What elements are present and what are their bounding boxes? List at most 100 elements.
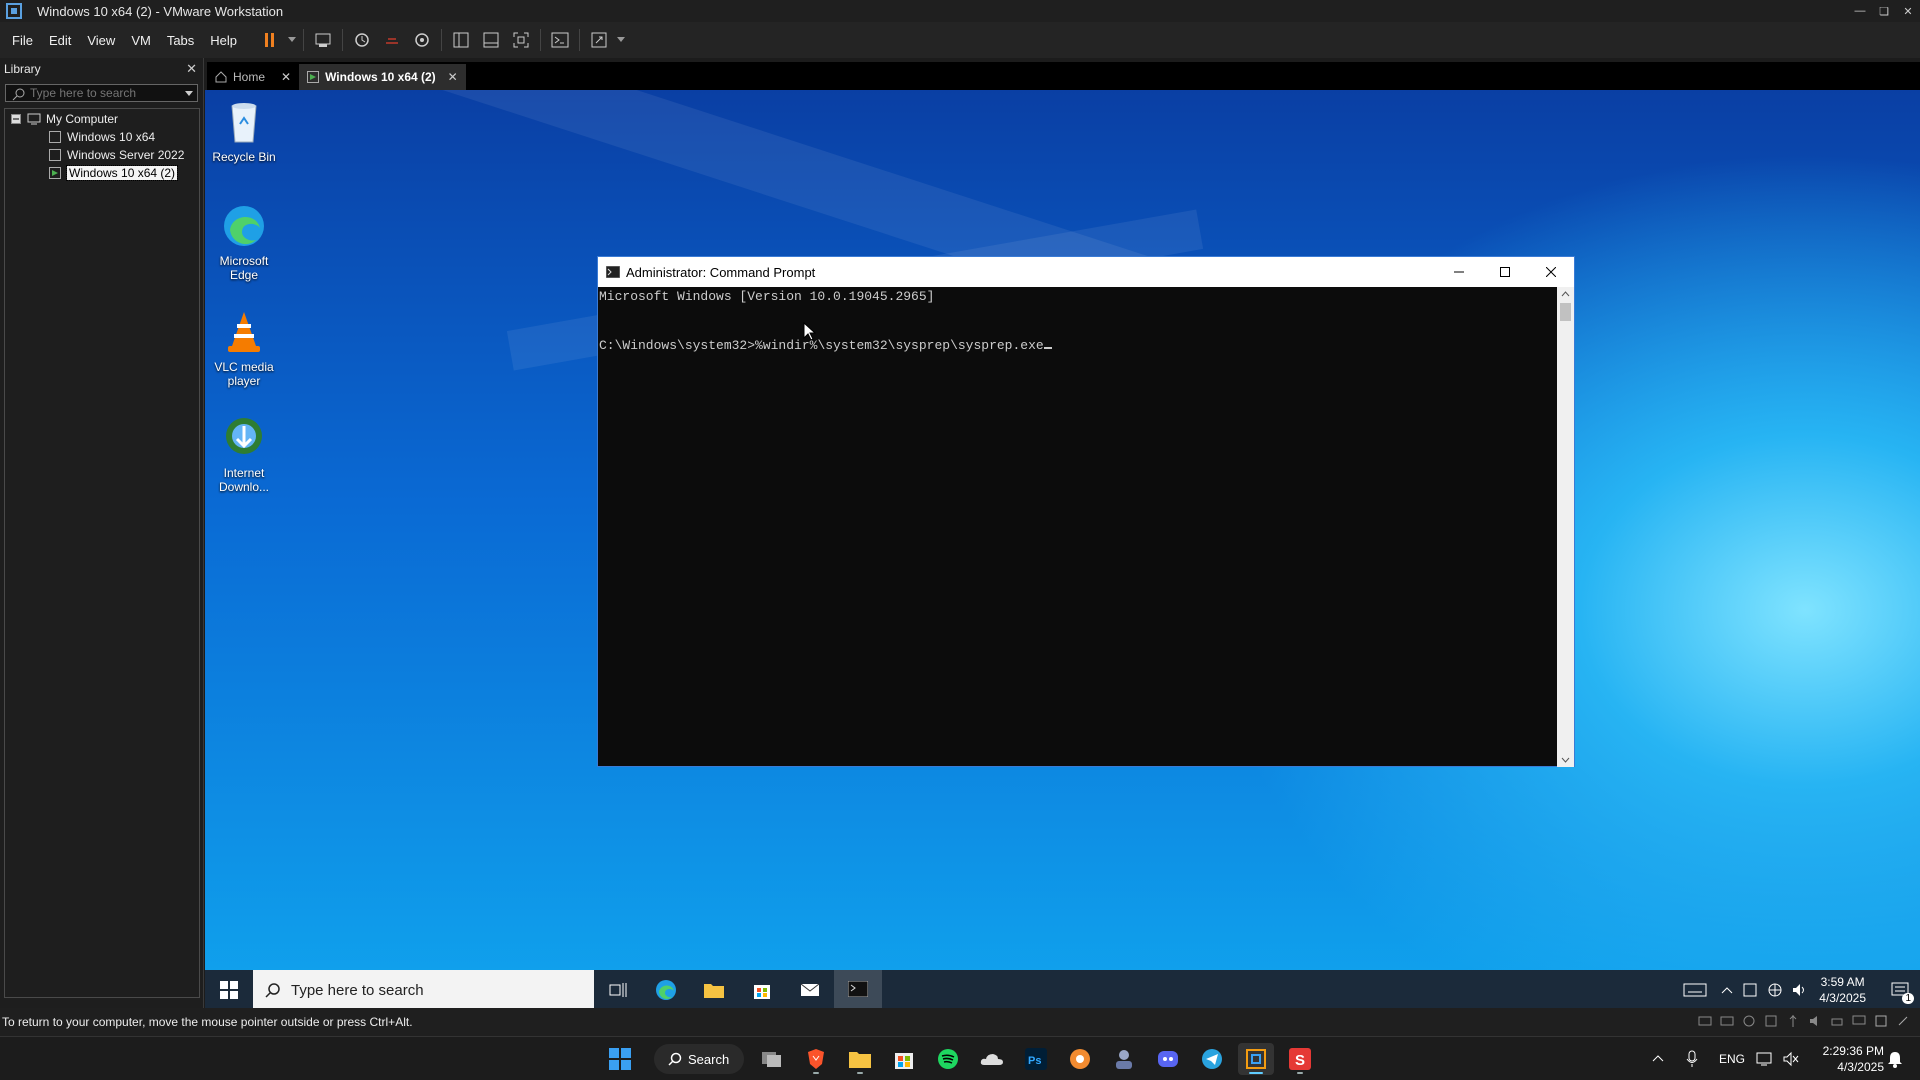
stretch-dropdown[interactable]: [614, 25, 628, 55]
collapse-icon[interactable]: [11, 114, 21, 124]
cd-drive-icon[interactable]: [1742, 1014, 1756, 1028]
host-language[interactable]: ENG: [1719, 1052, 1745, 1066]
hard-disk-icon[interactable]: [1720, 1014, 1734, 1028]
usb-icon[interactable]: [1786, 1014, 1800, 1028]
host-clock[interactable]: 2:29:36 PM 4/3/2025: [1810, 1043, 1884, 1075]
host-telegram[interactable]: [1194, 1043, 1230, 1075]
host-app-s[interactable]: S: [1282, 1043, 1318, 1075]
chevron-up-icon[interactable]: [1652, 1054, 1664, 1062]
minimize-button[interactable]: —: [1848, 0, 1872, 22]
taskbar-cmd[interactable]: [834, 970, 882, 1008]
library-search-input[interactable]: [6, 86, 156, 100]
host-file-explorer[interactable]: [842, 1043, 878, 1075]
taskbar-edge[interactable]: [642, 970, 690, 1008]
snapshot-button[interactable]: [347, 25, 377, 55]
host-task-view[interactable]: [754, 1043, 790, 1075]
desktop-icon-vlc[interactable]: VLC media player: [207, 308, 281, 388]
host-search-button[interactable]: Search: [654, 1044, 744, 1074]
menu-file[interactable]: File: [0, 22, 41, 58]
thumbnail-bar-button[interactable]: [476, 25, 506, 55]
send-ctrl-alt-del-button[interactable]: [308, 25, 338, 55]
message-log-icon[interactable]: [1874, 1014, 1888, 1028]
library-title: Library: [4, 62, 41, 76]
guest-desktop[interactable]: Recycle Bin Microsoft Edge VLC media pla…: [205, 90, 1920, 1008]
snapshot-manager-button[interactable]: [407, 25, 437, 55]
close-button[interactable]: ✕: [1896, 0, 1920, 22]
library-close-icon[interactable]: ✕: [186, 61, 197, 77]
menu-vm[interactable]: VM: [123, 22, 159, 58]
cmd-close-button[interactable]: [1528, 257, 1574, 287]
action-center-button[interactable]: 1: [1880, 970, 1920, 1008]
menu-help[interactable]: Help: [202, 22, 245, 58]
guest-search-box[interactable]: Type here to search: [253, 970, 594, 1008]
sound-card-icon[interactable]: [1808, 1014, 1822, 1028]
desktop-icon-recycle-bin[interactable]: Recycle Bin: [207, 98, 281, 164]
menu-tabs[interactable]: Tabs: [159, 22, 202, 58]
scroll-up-icon[interactable]: [1557, 287, 1574, 301]
fullscreen-icon: [513, 32, 529, 48]
console-prompt-line: C:\Windows\system32>%windir%\system32\sy…: [599, 337, 1557, 354]
desktop-icon-idm[interactable]: Internet Downlo...: [207, 414, 281, 494]
menu-edit[interactable]: Edit: [41, 22, 79, 58]
cmd-console[interactable]: Microsoft Windows [Version 10.0.19045.29…: [598, 287, 1558, 767]
vmware-tools-icon[interactable]: [1743, 983, 1757, 997]
host-spotify[interactable]: [930, 1043, 966, 1075]
notification-bell-icon[interactable]: [1886, 1050, 1904, 1068]
keyboard-icon[interactable]: [1683, 982, 1707, 998]
show-library-button[interactable]: [446, 25, 476, 55]
full-screen-button[interactable]: [506, 25, 536, 55]
host-date: 4/3/2025: [1837, 1060, 1884, 1074]
guest-clock[interactable]: 3:59 AM 4/3/2025: [1819, 974, 1866, 1006]
console-view-button[interactable]: [545, 25, 575, 55]
suspend-button[interactable]: [255, 25, 285, 55]
chevron-up-icon[interactable]: [1721, 986, 1733, 994]
host-start-button[interactable]: [602, 1043, 638, 1075]
desktop-icon-edge[interactable]: Microsoft Edge: [207, 202, 281, 282]
stretch-guest-button[interactable]: [584, 25, 614, 55]
hard-disk-icon[interactable]: [1698, 1014, 1712, 1028]
scroll-down-icon[interactable]: [1557, 753, 1574, 767]
tree-root[interactable]: My Computer: [5, 110, 199, 128]
cmd-maximize-button[interactable]: [1482, 257, 1528, 287]
host-vmware[interactable]: [1238, 1043, 1274, 1075]
volume-icon[interactable]: [1791, 982, 1807, 998]
cmd-titlebar[interactable]: Administrator: Command Prompt: [598, 257, 1574, 287]
taskbar-mail[interactable]: [786, 970, 834, 1008]
tab-home[interactable]: Home ✕: [207, 64, 299, 90]
taskbar-store[interactable]: [738, 970, 786, 1008]
microphone-icon[interactable]: [1686, 1050, 1698, 1068]
host-brave[interactable]: [798, 1043, 834, 1075]
tab-vm[interactable]: Windows 10 x64 (2) ✕: [299, 64, 466, 90]
stretch-icon[interactable]: [1896, 1014, 1910, 1028]
menu-view[interactable]: View: [79, 22, 123, 58]
cmd-scrollbar[interactable]: [1557, 287, 1574, 767]
power-dropdown[interactable]: [285, 25, 299, 55]
host-discord[interactable]: [1150, 1043, 1186, 1075]
cmd-window[interactable]: Administrator: Command Prompt Microsoft …: [597, 256, 1575, 767]
network-icon[interactable]: [1767, 982, 1783, 998]
taskbar-file-explorer[interactable]: [690, 970, 738, 1008]
host-store[interactable]: [886, 1043, 922, 1075]
printer-icon[interactable]: [1830, 1014, 1844, 1028]
cmd-minimize-button[interactable]: [1436, 257, 1482, 287]
maximize-button[interactable]: ❏: [1872, 0, 1896, 22]
host-onedrive[interactable]: [974, 1043, 1010, 1075]
separator: [579, 29, 581, 51]
tree-item-vm[interactable]: Windows Server 2022: [5, 146, 199, 164]
guest-start-button[interactable]: [205, 970, 253, 1008]
host-app-orange[interactable]: [1062, 1043, 1098, 1075]
scrollbar-thumb[interactable]: [1560, 303, 1571, 321]
chevron-down-icon[interactable]: [185, 91, 193, 97]
tab-close-icon[interactable]: ✕: [281, 70, 291, 84]
host-app-person[interactable]: [1106, 1043, 1142, 1075]
tree-item-vm[interactable]: Windows 10 x64: [5, 128, 199, 146]
volume-muted-icon[interactable]: [1782, 1051, 1800, 1067]
network-icon[interactable]: [1756, 1051, 1774, 1067]
host-photoshop[interactable]: Ps: [1018, 1043, 1054, 1075]
tree-item-vm-selected[interactable]: Windows 10 x64 (2): [5, 164, 199, 182]
network-adapter-icon[interactable]: [1764, 1014, 1778, 1028]
tab-close-icon[interactable]: ✕: [448, 70, 458, 84]
revert-snapshot-button[interactable]: [377, 25, 407, 55]
display-icon[interactable]: [1852, 1014, 1866, 1028]
task-view-button[interactable]: [594, 970, 642, 1008]
